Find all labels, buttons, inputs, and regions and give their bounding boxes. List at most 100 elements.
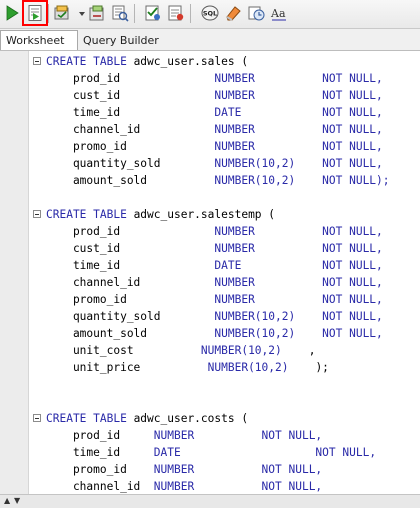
code-line[interactable]: unit_cost NUMBER(10,2) , (46, 342, 316, 359)
code-line[interactable]: cust_id NUMBER NOT NULL, (46, 240, 383, 257)
commit-button[interactable] (53, 4, 71, 22)
run-script-button[interactable] (22, 0, 48, 26)
svg-text:Aa: Aa (270, 7, 286, 20)
sql-identifier: time_id (46, 259, 215, 272)
sql-keyword: NUMBER NOT NULL, (214, 225, 383, 238)
sql-identifier: quantity_sold (46, 157, 215, 170)
sql-keyword: NUMBER NOT NULL, (214, 276, 383, 289)
code-line[interactable]: promo_id NUMBER NOT NULL, (46, 138, 383, 155)
fold-toggle-icon[interactable] (33, 414, 41, 422)
code-line[interactable]: channel_id NUMBER NOT NULL, (46, 478, 322, 494)
sql-identifier: amount_sold (46, 174, 215, 187)
toolbar-separator (134, 4, 135, 23)
toolbar-separator (190, 4, 191, 23)
sql-keyword: NUMBER(10,2) NOT NULL, (214, 327, 383, 340)
sql-keyword: NUMBER NOT NULL, (214, 123, 383, 136)
code-line[interactable]: CREATE TABLE adwc_user.sales ( (46, 53, 248, 70)
sql-keyword: DATE NOT NULL, (214, 106, 383, 119)
sql-keyword: NUMBER NOT NULL, (214, 89, 383, 102)
sql-identifier: channel_id (46, 276, 215, 289)
code-line[interactable]: channel_id NUMBER NOT NULL, (46, 121, 383, 138)
code-line[interactable]: CREATE TABLE adwc_user.costs ( (46, 410, 248, 427)
editor-gutter (0, 51, 29, 494)
code-line[interactable]: quantity_sold NUMBER(10,2) NOT NULL, (46, 308, 383, 325)
history-button[interactable] (247, 4, 265, 22)
sql-tuning-icon (168, 5, 184, 21)
eraser-icon (226, 6, 241, 21)
sql-keyword: CREATE TABLE (46, 55, 134, 68)
sql-identifier: unit_cost (46, 344, 201, 357)
sql-identifier: promo_id (46, 463, 154, 476)
sql-tuning-button[interactable] (167, 4, 185, 22)
editor-tabs: Worksheet Query Builder (0, 29, 420, 51)
sql-identifier: ); (315, 361, 329, 374)
explain-plan-button[interactable] (111, 4, 129, 22)
fold-toggle-icon[interactable] (33, 210, 41, 218)
sql-button[interactable]: SQL (201, 4, 219, 22)
sql-identifier: prod_id (46, 429, 154, 442)
autotrace-icon (145, 5, 160, 21)
autotrace-button[interactable] (144, 4, 162, 22)
code-line[interactable]: prod_id NUMBER NOT NULL, (46, 223, 383, 240)
text-case-icon: Aa (270, 7, 286, 21)
sql-keyword: NUMBER NOT NULL, (153, 429, 323, 442)
sql-keyword: DATE NOT NULL, (153, 446, 377, 459)
toolbar-separator (48, 4, 49, 23)
sql-keyword: NUMBER(10,2) (200, 344, 309, 357)
code-line[interactable]: cust_id NUMBER NOT NULL, (46, 87, 383, 104)
tab-query-builder[interactable]: Query Builder (78, 32, 164, 49)
sql-identifier: quantity_sold (46, 310, 215, 323)
sql-identifier: , (308, 344, 316, 357)
code-line[interactable]: quantity_sold NUMBER(10,2) NOT NULL, (46, 155, 383, 172)
commit-dropdown-button[interactable] (73, 4, 85, 22)
sql-keyword: DATE NOT NULL, (214, 259, 383, 272)
clear-button[interactable] (224, 4, 242, 22)
code-line[interactable]: prod_id NUMBER NOT NULL, (46, 427, 322, 444)
sql-keyword: NUMBER(10,2) NOT NULL, (214, 310, 383, 323)
run-statement-button[interactable] (3, 4, 21, 22)
code-line[interactable]: promo_id NUMBER NOT NULL, (46, 291, 383, 308)
sql-identifier: time_id (46, 446, 154, 459)
tab-worksheet[interactable]: Worksheet (0, 30, 78, 50)
code-line[interactable]: promo_id NUMBER NOT NULL, (46, 461, 322, 478)
sql-keyword: NUMBER NOT NULL, (214, 242, 383, 255)
code-line[interactable]: time_id DATE NOT NULL, (46, 104, 383, 121)
sql-keyword: NUMBER NOT NULL, (214, 72, 383, 85)
rollback-button[interactable] (88, 4, 106, 22)
sql-identifier: unit_price (46, 361, 208, 374)
toolbar: SQL Aa (0, 0, 420, 29)
sql-identifier: adwc_user.sales ( (133, 55, 249, 68)
rollback-icon (89, 5, 104, 21)
sql-identifier: adwc_user.costs ( (133, 412, 249, 425)
script-run-icon (28, 5, 42, 21)
code-line[interactable]: time_id DATE NOT NULL, (46, 257, 383, 274)
sql-keyword: NUMBER NOT NULL, (153, 480, 323, 493)
sql-identifier: promo_id (46, 140, 215, 153)
sql-keyword: CREATE TABLE (46, 208, 134, 221)
code-line[interactable]: unit_price NUMBER(10,2) ); (46, 359, 329, 376)
sql-keyword: NUMBER NOT NULL, (214, 140, 383, 153)
svg-text:SQL: SQL (203, 10, 217, 18)
sql-keyword: NUMBER(10,2) (207, 361, 316, 374)
scroll-down-icon[interactable]: ▼ (14, 497, 20, 505)
fold-toggle-icon[interactable] (33, 57, 41, 65)
code-line[interactable]: prod_id NUMBER NOT NULL, (46, 70, 383, 87)
commit-icon (54, 5, 69, 20)
sql-identifier: prod_id (46, 72, 215, 85)
sql-keyword: NUMBER NOT NULL, (153, 463, 323, 476)
history-icon (248, 6, 265, 21)
code-line[interactable]: amount_sold NUMBER(10,2) NOT NULL, (46, 325, 383, 342)
sql-keyword: NUMBER NOT NULL, (214, 293, 383, 306)
code-line[interactable]: amount_sold NUMBER(10,2) NOT NULL); (46, 172, 390, 189)
explain-plan-icon (112, 5, 129, 22)
sql-editor[interactable]: CREATE TABLE adwc_user.sales ( prod_id N… (0, 51, 420, 494)
code-line[interactable]: channel_id NUMBER NOT NULL, (46, 274, 383, 291)
code-line[interactable]: CREATE TABLE adwc_user.salestemp ( (46, 206, 275, 223)
sql-identifier: amount_sold (46, 327, 215, 340)
code-line[interactable]: time_id DATE NOT NULL, (46, 444, 376, 461)
sql-identifier: cust_id (46, 89, 215, 102)
sql-icon: SQL (201, 5, 219, 21)
sql-identifier: adwc_user.salestemp ( (133, 208, 276, 221)
format-button[interactable]: Aa (270, 4, 288, 22)
scroll-up-icon[interactable]: ▲ (4, 497, 10, 505)
